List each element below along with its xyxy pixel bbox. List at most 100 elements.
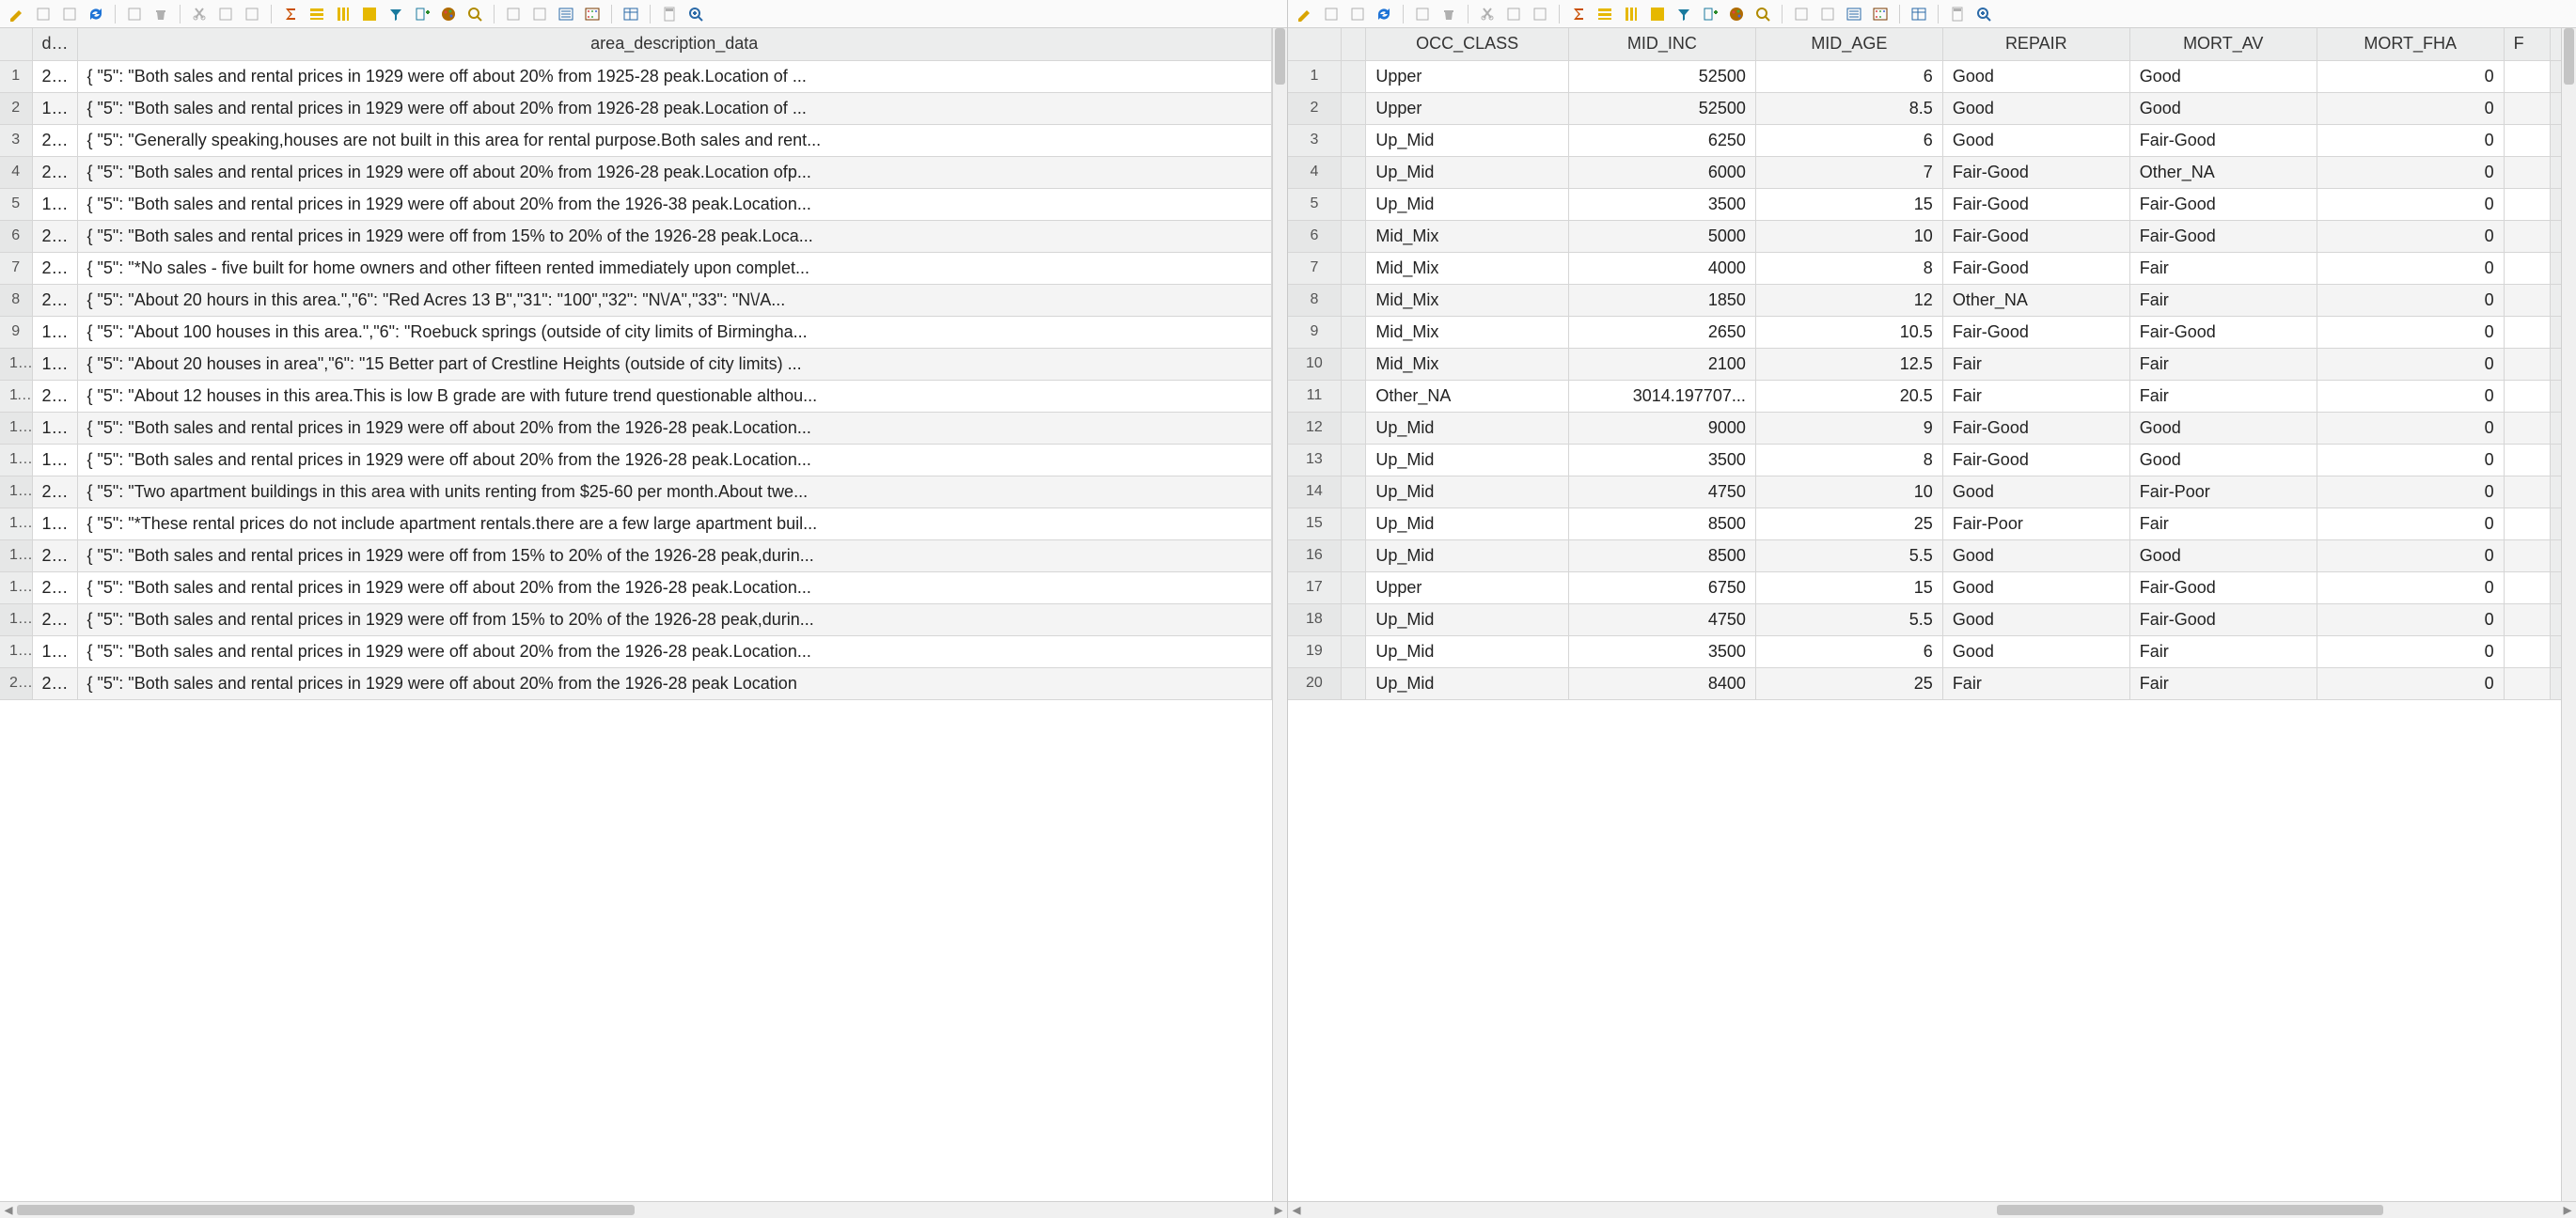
row-header[interactable]: 11 <box>1288 380 1341 412</box>
cell-mid-age[interactable]: 8 <box>1755 444 1942 476</box>
cell-f[interactable] <box>2504 444 2551 476</box>
table-row[interactable]: 6Mid_Mix500010Fair-GoodFair-Good0 <box>1288 220 2576 252</box>
table-icon[interactable] <box>1908 3 1930 25</box>
cell-mid-age[interactable]: 10 <box>1755 220 1942 252</box>
cell-mort-av[interactable]: Other_NA <box>2129 156 2317 188</box>
cell-d-id[interactable]: 194 <box>32 348 77 380</box>
cell-mid-inc[interactable]: 1850 <box>1568 284 1755 316</box>
cell-mid-inc[interactable]: 2650 <box>1568 316 1755 348</box>
cell-mid-inc[interactable]: 2100 <box>1568 348 1755 380</box>
cell-mid-age[interactable]: 10 <box>1755 476 1942 508</box>
row-header[interactable]: 10 <box>1288 348 1341 380</box>
cell-repair[interactable]: Good <box>1942 124 2129 156</box>
cell-mort-fha[interactable]: 0 <box>2317 124 2504 156</box>
cell-mid-age[interactable]: 5.5 <box>1755 603 1942 635</box>
cell-f[interactable] <box>2504 316 2551 348</box>
scroll-left-icon[interactable]: ◂ <box>1288 1202 1305 1218</box>
cell-d-id[interactable]: 227 <box>32 252 77 284</box>
cell-mid-inc[interactable]: 6000 <box>1568 156 1755 188</box>
cell-occ-class[interactable]: Up_Mid <box>1366 124 1569 156</box>
col-header-area-desc[interactable]: area_description_data <box>77 28 1272 60</box>
table-row[interactable]: 2Upper525008.5GoodGood0 <box>1288 92 2576 124</box>
cell-mid-age[interactable]: 15 <box>1755 188 1942 220</box>
cell-occ-class[interactable]: Up_Mid <box>1366 412 1569 444</box>
cell-mort-fha[interactable]: 0 <box>2317 284 2504 316</box>
cell-area-desc[interactable]: { "5": "Both sales and rental prices in … <box>77 667 1272 699</box>
cell-f[interactable] <box>2504 284 2551 316</box>
cell-d-id[interactable]: 189 <box>32 188 77 220</box>
cell-mort-av[interactable]: Fair <box>2129 252 2317 284</box>
cell-mid-age[interactable]: 25 <box>1755 667 1942 699</box>
cell-area-desc[interactable]: { "5": "Both sales and rental prices in … <box>77 539 1272 571</box>
cell-mort-fha[interactable]: 0 <box>2317 220 2504 252</box>
refresh-icon[interactable] <box>85 3 107 25</box>
cell-f[interactable] <box>2504 539 2551 571</box>
cell-area-desc[interactable]: { "5": "About 20 houses in area","6": "1… <box>77 348 1272 380</box>
table-row[interactable]: 19186{ "5": "Both sales and rental price… <box>0 635 1287 667</box>
scroll-right-icon[interactable]: ▸ <box>1270 1202 1287 1218</box>
align-left-dim-icon[interactable] <box>502 3 525 25</box>
cell-area-desc[interactable]: { "5": "About 100 houses in this area.",… <box>77 316 1272 348</box>
table-row[interactable]: 13Up_Mid35008Fair-GoodGood0 <box>1288 444 2576 476</box>
cell-occ-class[interactable]: Up_Mid <box>1366 188 1569 220</box>
calculator-dim-icon[interactable] <box>658 3 681 25</box>
cell-repair[interactable]: Fair <box>1942 667 2129 699</box>
cell-mort-av[interactable]: Fair-Good <box>2129 571 2317 603</box>
row-header[interactable]: 6 <box>0 220 32 252</box>
table-row[interactable]: 3206{ "5": "Generally speaking,houses ar… <box>0 124 1287 156</box>
corner-cell[interactable] <box>0 28 32 60</box>
table-row[interactable]: 17Upper675015GoodFair-Good0 <box>1288 571 2576 603</box>
cell-mort-fha[interactable]: 0 <box>2317 571 2504 603</box>
table-row[interactable]: 12191{ "5": "Both sales and rental price… <box>0 412 1287 444</box>
row-header[interactable]: 7 <box>1288 252 1341 284</box>
cell-area-desc[interactable]: { "5": "Generally speaking,houses are no… <box>77 124 1272 156</box>
abacus-icon[interactable] <box>581 3 604 25</box>
cell-occ-class[interactable]: Upper <box>1366 571 1569 603</box>
table-row[interactable]: 15Up_Mid850025Fair-PoorFair0 <box>1288 508 2576 539</box>
cell-mort-fha[interactable]: 0 <box>2317 667 2504 699</box>
cell-area-desc[interactable]: { "5": "Both sales and rental prices in … <box>77 603 1272 635</box>
cell-mort-fha[interactable]: 0 <box>2317 316 2504 348</box>
copy-dim-icon[interactable] <box>1502 3 1525 25</box>
cell-mid-age[interactable]: 12 <box>1755 284 1942 316</box>
col-header-mid-inc[interactable]: MID_INC <box>1568 28 1755 60</box>
palette-icon[interactable] <box>1725 3 1748 25</box>
cell-d-id[interactable]: 193 <box>32 92 77 124</box>
cell-mort-fha[interactable]: 0 <box>2317 476 2504 508</box>
cell-mid-age[interactable]: 9 <box>1755 412 1942 444</box>
save-dim-icon[interactable] <box>1346 3 1369 25</box>
add-column-icon[interactable] <box>1699 3 1721 25</box>
cell-f[interactable] <box>2504 476 2551 508</box>
cell-f[interactable] <box>2504 667 2551 699</box>
row-header[interactable]: 6 <box>1288 220 1341 252</box>
zoom-plus-icon[interactable] <box>1972 3 1995 25</box>
cell-mort-av[interactable]: Fair <box>2129 380 2317 412</box>
cell-d-id[interactable]: 191 <box>32 412 77 444</box>
cell-d-id[interactable]: 187 <box>32 316 77 348</box>
cell-area-desc[interactable]: { "5": "*These rental prices do not incl… <box>77 508 1272 539</box>
row-header[interactable]: 18 <box>0 603 32 635</box>
scroll-left-icon[interactable]: ◂ <box>0 1202 17 1218</box>
cell-d-id[interactable]: 206 <box>32 124 77 156</box>
cell-area-desc[interactable]: { "5": "About 12 houses in this area.Thi… <box>77 380 1272 412</box>
marker-icon[interactable] <box>1646 3 1669 25</box>
cell-mort-av[interactable]: Fair <box>2129 284 2317 316</box>
row-header[interactable]: 1 <box>0 60 32 92</box>
highlight-rows-icon[interactable] <box>306 3 328 25</box>
col-header-repair[interactable]: REPAIR <box>1942 28 2129 60</box>
cell-mort-fha[interactable]: 0 <box>2317 635 2504 667</box>
columns-dim-icon[interactable] <box>1816 3 1839 25</box>
cell-repair[interactable]: Fair-Good <box>1942 188 2129 220</box>
cell-mid-inc[interactable]: 4750 <box>1568 603 1755 635</box>
cell-mid-inc[interactable]: 8500 <box>1568 539 1755 571</box>
cell-d-id[interactable]: 192 <box>32 508 77 539</box>
cell-d-id[interactable]: 243 <box>32 476 77 508</box>
save-dim-icon[interactable] <box>58 3 81 25</box>
table-row[interactable]: 5Up_Mid350015Fair-GoodFair-Good0 <box>1288 188 2576 220</box>
row-header[interactable]: 3 <box>0 124 32 156</box>
cell-repair[interactable]: Fair-Good <box>1942 412 2129 444</box>
row-header[interactable]: 3 <box>1288 124 1341 156</box>
cell-d-id[interactable]: 205 <box>32 380 77 412</box>
table-row[interactable]: 5189{ "5": "Both sales and rental prices… <box>0 188 1287 220</box>
row-header[interactable]: 9 <box>1288 316 1341 348</box>
